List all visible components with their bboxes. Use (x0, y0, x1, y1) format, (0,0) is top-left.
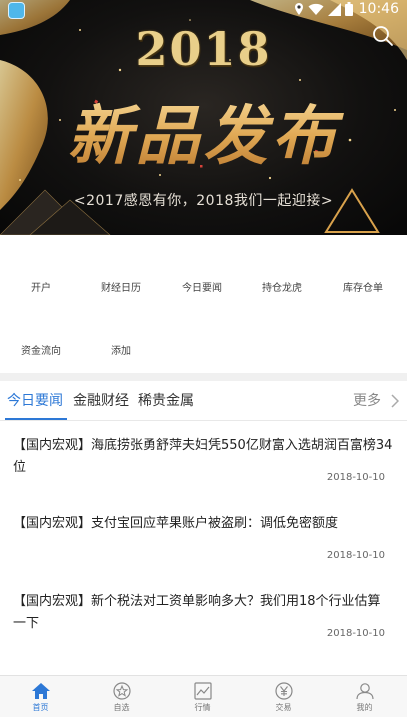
news-date: 2018-10-10 (326, 472, 385, 483)
news-date: 2018-10-10 (326, 550, 385, 561)
entry-position-ranking[interactable]: 持仓龙虎 (242, 282, 322, 296)
nav-label: 首页 (32, 703, 49, 712)
nav-label: 行情 (194, 703, 211, 712)
news-tabs: 今日要闻 金融财经 稀贵金属 更多 (0, 381, 407, 421)
entry-finance-calendar[interactable]: 财经日历 (81, 282, 161, 296)
home-icon (31, 683, 50, 699)
nav-label: 自选 (113, 703, 130, 712)
location-icon (295, 3, 303, 15)
banner-slogan: <2017感恩有你，2018我们一起迎接> (73, 193, 334, 209)
tab-precious-metals[interactable]: 稀贵金属 (138, 391, 194, 411)
entry-today-news[interactable]: 今日要闻 (162, 282, 242, 296)
news-item[interactable]: 【国内宏观】新个税法对工资单影响多大？我们用18个行业估算一下 2018-10-… (0, 579, 407, 675)
news-item[interactable]: 【国内宏观】支付宝回应苹果账户被盗刷：调低免密额度 2018-10-10 (0, 501, 407, 579)
bottom-navigation: 首页 自选 行情 交易 我的 (0, 675, 407, 717)
yen-icon (274, 682, 293, 700)
nav-label: 我的 (356, 703, 373, 712)
tab-finance[interactable]: 金融财经 (73, 391, 129, 411)
active-tab-indicator (5, 418, 67, 420)
nav-profile[interactable]: 我的 (324, 676, 405, 717)
nav-market[interactable]: 行情 (162, 676, 243, 717)
chevron-right-icon (391, 394, 399, 408)
user-icon (355, 683, 374, 700)
tab-today-news[interactable]: 今日要闻 (7, 391, 63, 411)
more-label: 更多 (353, 393, 381, 409)
news-item[interactable]: 【国内宏观】海底捞张勇舒萍夫妇凭550亿财富入选胡润百富榜34位 2018-10… (0, 421, 407, 501)
entry-fund-flow[interactable]: 资金流向 (1, 345, 81, 359)
quick-entry-grid: 开户 财经日历 今日要闻 持仓龙虎 库存仓单 资金流向 添加 (0, 235, 407, 378)
chart-icon (193, 682, 212, 700)
system-icons (294, 2, 353, 16)
nav-label: 交易 (275, 703, 292, 712)
more-button[interactable]: 更多 (353, 391, 399, 411)
battery-icon (345, 2, 353, 16)
entry-warehouse-receipts[interactable]: 库存仓单 (323, 282, 403, 296)
app-notification-icon (8, 2, 25, 19)
news-date: 2018-10-10 (326, 628, 385, 639)
banner-year: 2018 (135, 22, 272, 76)
banner-headline: 新品发布 (0, 85, 407, 177)
nav-home[interactable]: 首页 (0, 676, 81, 717)
news-title: 【国内宏观】支付宝回应苹果账户被盗刷：调低免密额度 (13, 516, 339, 531)
star-icon (112, 682, 131, 700)
section-divider (0, 373, 407, 381)
entry-open-account[interactable]: 开户 (1, 282, 81, 296)
wifi-icon (308, 3, 324, 15)
status-clock: 10:46 (358, 1, 399, 17)
entry-add[interactable]: 添加 (81, 345, 161, 359)
search-icon[interactable] (371, 24, 395, 48)
promo-banner[interactable]: 2018 新品发布 <2017感恩有你，2018我们一起迎接> (0, 0, 407, 235)
signal-icon (328, 2, 341, 16)
status-bar: 10:46 (0, 0, 407, 20)
nav-watchlist[interactable]: 自选 (81, 676, 162, 717)
nav-trade[interactable]: 交易 (243, 676, 324, 717)
